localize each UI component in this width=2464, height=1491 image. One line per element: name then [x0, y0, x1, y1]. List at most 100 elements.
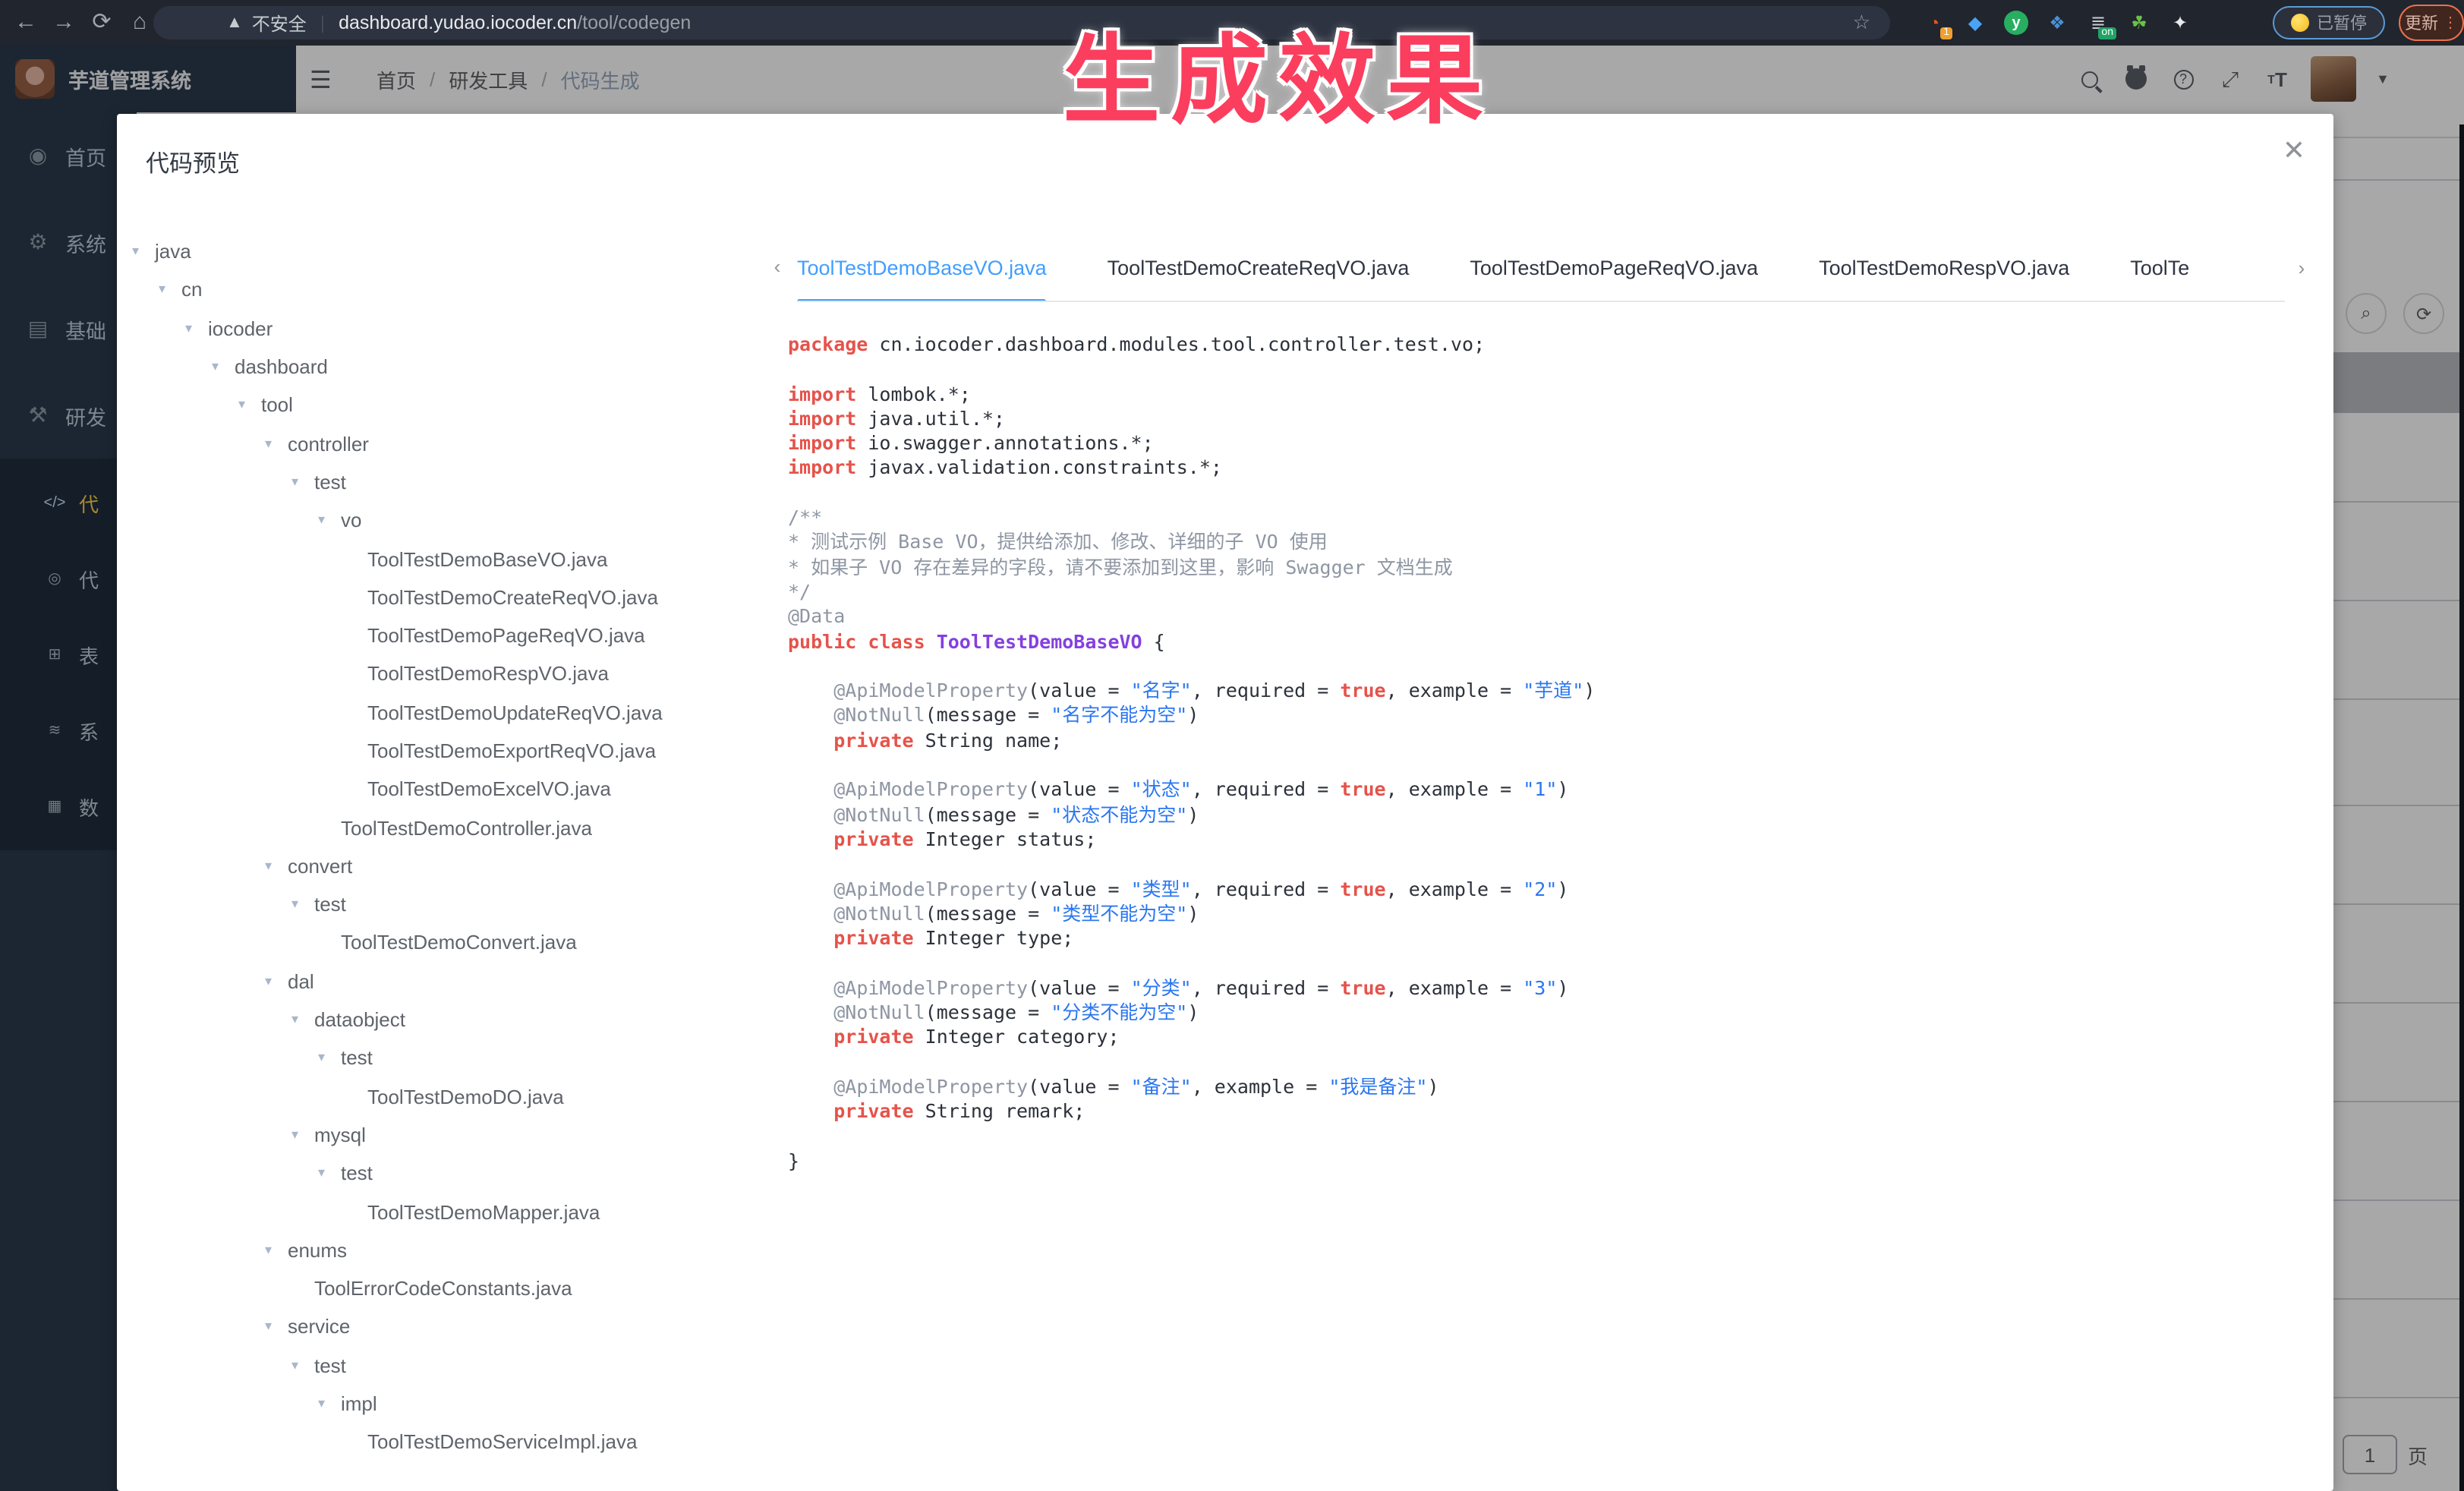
- tree-node-label: test: [314, 893, 346, 916]
- code-line: @NotNull(message = "类型不能为空"): [788, 902, 2321, 927]
- file-tabs: ToolTestDemoBaseVO.java ToolTestDemoCreat…: [797, 241, 2343, 302]
- caret-down-icon[interactable]: ▾: [212, 358, 235, 375]
- forward-icon[interactable]: →: [47, 0, 80, 46]
- tree-node-label: convert: [288, 855, 352, 878]
- caret-down-icon[interactable]: ▾: [265, 858, 288, 875]
- code-line: import javax.validation.constraints.*;: [788, 456, 2321, 481]
- caret-down-icon[interactable]: ▾: [291, 474, 314, 490]
- tree-folder-impl[interactable]: ▾impl: [117, 1385, 782, 1423]
- tree-node-label: ToolTestDemoCreateReqVO.java: [367, 586, 658, 609]
- caret-down-icon[interactable]: ▾: [291, 1127, 314, 1143]
- tree-file-ToolTestDemoExportReqVO.java[interactable]: ToolTestDemoExportReqVO.java: [117, 732, 782, 771]
- tree-folder-test[interactable]: ▾test: [117, 1039, 782, 1077]
- extension-blue-grid-icon[interactable]: ❖: [2045, 11, 2069, 35]
- tree-file-ToolTestDemoRespVO.java[interactable]: ToolTestDemoRespVO.java: [117, 655, 782, 694]
- caret-down-icon[interactable]: ▾: [265, 435, 288, 452]
- close-icon[interactable]: ✕: [2279, 135, 2309, 165]
- reload-icon[interactable]: ⟳: [85, 0, 118, 46]
- tree-folder-dashboard[interactable]: ▾dashboard: [117, 348, 782, 386]
- paused-extension-pill[interactable]: 已暂停: [2273, 6, 2385, 39]
- code-line: public class ToolTestDemoBaseVO {: [788, 629, 2321, 654]
- tree-folder-service[interactable]: ▾service: [117, 1308, 782, 1347]
- tree-node-label: iocoder: [208, 317, 273, 339]
- caret-down-icon[interactable]: ▾: [318, 1050, 341, 1067]
- tree-folder-test[interactable]: ▾test: [117, 885, 782, 924]
- extension-puzzle-icon[interactable]: ✦: [2168, 11, 2192, 35]
- extension-sprout-icon[interactable]: ☘: [2127, 11, 2151, 35]
- tree-file-ToolTestDemoMapper.java[interactable]: ToolTestDemoMapper.java: [117, 1193, 782, 1231]
- code-line: @NotNull(message = "名字不能为空"): [788, 704, 2321, 729]
- caret-down-icon[interactable]: ▾: [265, 1242, 288, 1259]
- tree-folder-test[interactable]: ▾test: [117, 1346, 782, 1385]
- code-line: * 如果子 VO 存在差异的字段，请不要添加到这里，影响 Swagger 文档生…: [788, 555, 2321, 580]
- bookmark-star-icon[interactable]: ☆: [1853, 11, 1870, 35]
- tab-ToolTe[interactable]: ToolTe: [2130, 241, 2189, 302]
- home-icon[interactable]: ⌂: [123, 0, 156, 46]
- tree-folder-dal[interactable]: ▾dal: [117, 962, 782, 1001]
- caret-down-icon[interactable]: ▾: [318, 1395, 341, 1412]
- code-line: private Integer category;: [788, 1026, 2321, 1051]
- caret-down-icon[interactable]: ▾: [185, 320, 208, 336]
- browser-menu-icon[interactable]: ⋮: [2443, 14, 2458, 31]
- back-icon[interactable]: ←: [9, 0, 43, 46]
- tree-folder-dataobject[interactable]: ▾dataobject: [117, 1001, 782, 1039]
- tree-folder-java[interactable]: ▾java: [117, 232, 782, 271]
- tab-ToolTestDemoCreateReqVO.java[interactable]: ToolTestDemoCreateReqVO.java: [1108, 241, 1410, 302]
- tree-file-ToolTestDemoDO.java[interactable]: ToolTestDemoDO.java: [117, 1077, 782, 1116]
- extension-list-icon[interactable]: ≣on: [2086, 11, 2110, 35]
- caret-down-icon[interactable]: ▾: [159, 282, 181, 298]
- caret-down-icon[interactable]: ▾: [291, 1011, 314, 1028]
- code-line: * 测试示例 Base VO，提供给添加、修改、详细的子 VO 使用: [788, 531, 2321, 556]
- tree-file-ToolTestDemoConvert.java[interactable]: ToolTestDemoConvert.java: [117, 924, 782, 963]
- caret-down-icon[interactable]: ▾: [318, 512, 341, 528]
- tree-file-ToolTestDemoPageReqVO.java[interactable]: ToolTestDemoPageReqVO.java: [117, 616, 782, 655]
- dialog-title: 代码预览: [146, 146, 240, 179]
- tree-file-ToolTestDemoCreateReqVO.java[interactable]: ToolTestDemoCreateReqVO.java: [117, 578, 782, 616]
- address-bar[interactable]: ▲ 不安全 | dashboard.yudao.iocoder.cn /tool…: [153, 6, 1890, 39]
- caret-down-icon[interactable]: ▾: [238, 397, 261, 414]
- tree-file-ToolTestDemoBaseVO.java[interactable]: ToolTestDemoBaseVO.java: [117, 540, 782, 578]
- tree-file-ToolTestDemoUpdateReqVO.java[interactable]: ToolTestDemoUpdateReqVO.java: [117, 693, 782, 732]
- url-host: dashboard.yudao.iocoder.cn: [339, 12, 577, 33]
- tabs-scroll-right-icon[interactable]: ›: [2291, 257, 2312, 279]
- tree-file-ToolErrorCodeConstants.java[interactable]: ToolErrorCodeConstants.java: [117, 1269, 782, 1308]
- tree-file-ToolTestDemoServiceImpl.java[interactable]: ToolTestDemoServiceImpl.java: [117, 1423, 782, 1461]
- tree-folder-vo[interactable]: ▾vo: [117, 501, 782, 540]
- tree-file-ToolTestDemoExcelVO.java[interactable]: ToolTestDemoExcelVO.java: [117, 770, 782, 809]
- tree-node-label: vo: [341, 509, 361, 531]
- tree-folder-test[interactable]: ▾test: [117, 463, 782, 502]
- tree-folder-tool[interactable]: ▾tool: [117, 386, 782, 424]
- caret-down-icon[interactable]: ▾: [265, 973, 288, 990]
- extension-orange-ring-icon[interactable]: ◔1: [1922, 11, 1946, 35]
- tree-file-ToolTestDemoController.java[interactable]: ToolTestDemoController.java: [117, 809, 782, 847]
- tree-node-label: test: [314, 471, 346, 493]
- tab-ToolTestDemoBaseVO.java[interactable]: ToolTestDemoBaseVO.java: [797, 241, 1047, 302]
- caret-down-icon[interactable]: ▾: [291, 896, 314, 913]
- code-line: [788, 753, 2321, 778]
- caret-down-icon[interactable]: ▾: [291, 1357, 314, 1374]
- caret-down-icon[interactable]: ▾: [265, 1319, 288, 1335]
- tree-node-label: ToolTestDemoRespVO.java: [367, 663, 609, 686]
- tree-node-label: impl: [341, 1392, 377, 1415]
- tab-ToolTestDemoPageReqVO.java[interactable]: ToolTestDemoPageReqVO.java: [1470, 241, 1758, 302]
- tab-ToolTestDemoRespVO.java[interactable]: ToolTestDemoRespVO.java: [1819, 241, 2069, 302]
- tree-folder-test[interactable]: ▾test: [117, 1154, 782, 1193]
- extension-green-circle-icon[interactable]: y: [2004, 11, 2028, 35]
- tree-folder-enums[interactable]: ▾enums: [117, 1231, 782, 1269]
- tree-folder-iocoder[interactable]: ▾iocoder: [117, 309, 782, 348]
- tree-folder-mysql[interactable]: ▾mysql: [117, 1116, 782, 1155]
- tabs-track: [797, 301, 2285, 302]
- browser-update-button[interactable]: 更新 ⋮: [2399, 5, 2464, 41]
- tree-node-label: test: [341, 1047, 373, 1070]
- extension-blue-gem-icon[interactable]: ◆: [1963, 11, 1987, 35]
- caret-down-icon[interactable]: ▾: [318, 1165, 341, 1182]
- security-label: 不安全: [252, 10, 307, 36]
- tree-folder-convert[interactable]: ▾convert: [117, 847, 782, 886]
- tree-folder-controller[interactable]: ▾controller: [117, 424, 782, 463]
- url-path: /tool/codegen: [577, 12, 691, 33]
- emoji-face-icon: [2291, 14, 2309, 32]
- file-tree: ▾java▾cn▾iocoder▾dashboard▾tool▾controll…: [117, 232, 782, 1461]
- caret-down-icon[interactable]: ▾: [132, 243, 155, 260]
- tree-folder-cn[interactable]: ▾cn: [117, 271, 782, 310]
- tree-node-label: dashboard: [235, 355, 328, 378]
